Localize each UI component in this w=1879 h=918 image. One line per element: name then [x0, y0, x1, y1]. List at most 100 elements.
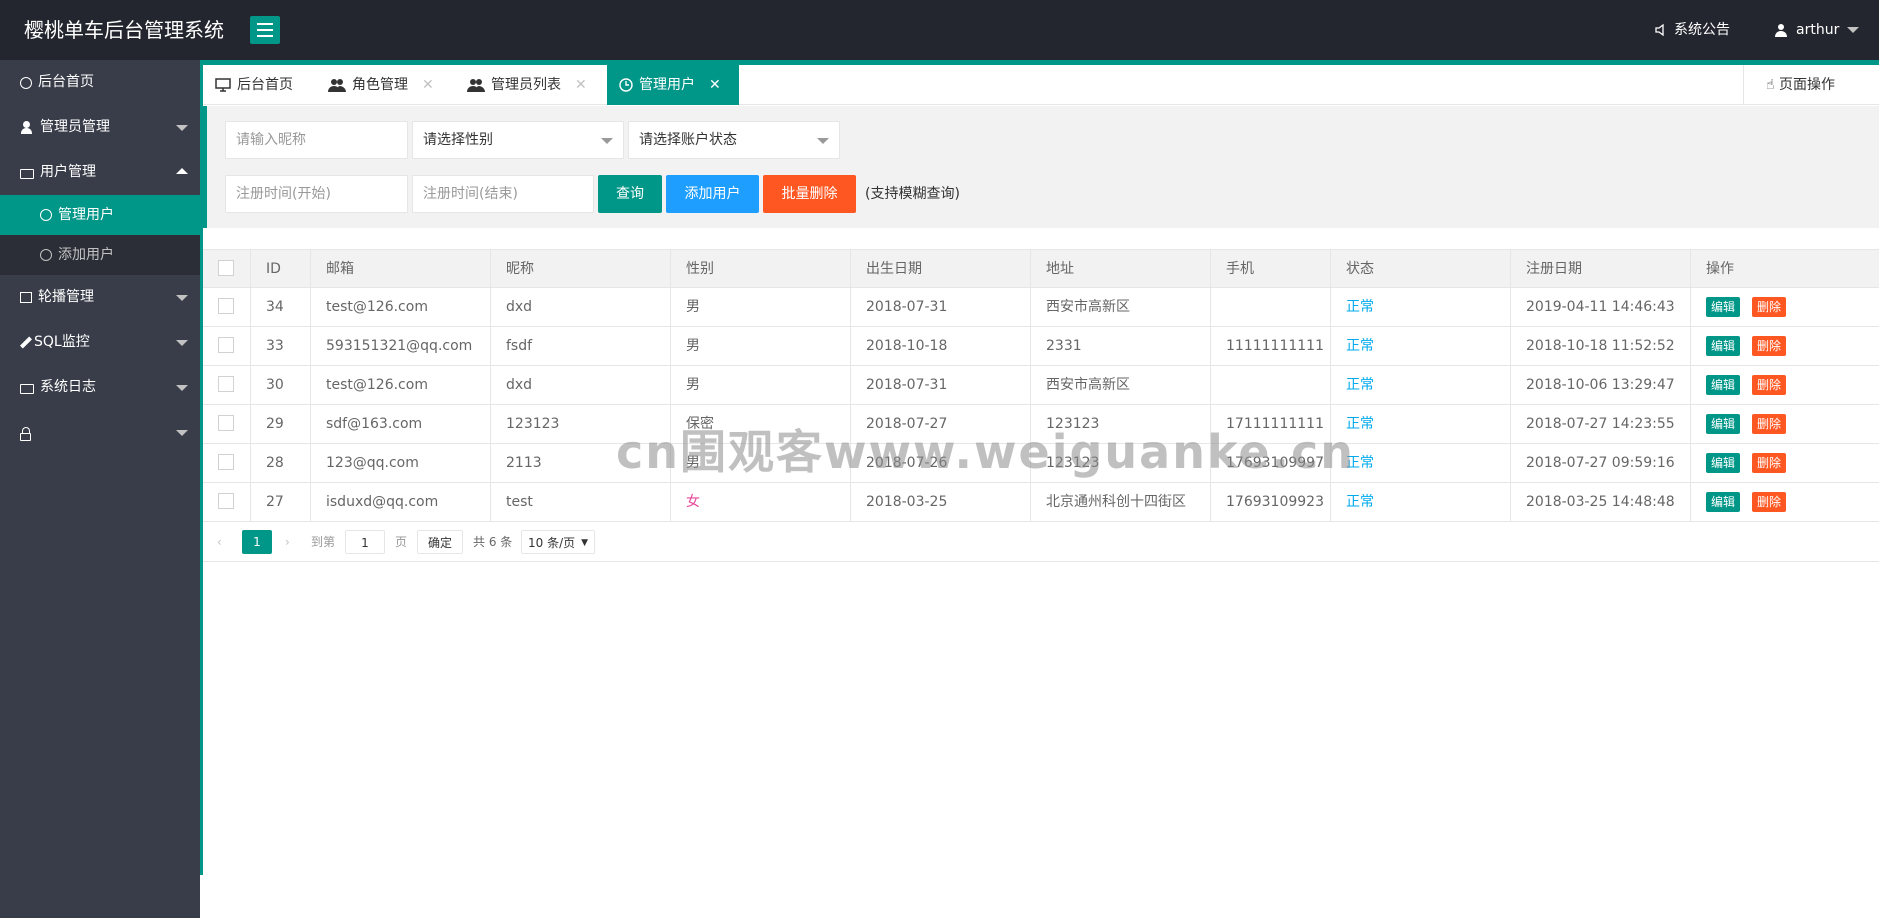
app-logo: 樱桃单车后台管理系统 — [24, 18, 224, 42]
nickname-input[interactable]: 请输入昵称 — [225, 121, 408, 159]
sidebar-subitem-add-user[interactable]: 添加用户 — [0, 235, 200, 275]
add-user-button[interactable]: 添加用户 — [666, 175, 759, 213]
batch-delete-button[interactable]: 批量删除 — [763, 175, 856, 213]
status-select[interactable]: 请选择账户状态 — [628, 121, 840, 159]
tab-label: 后台首页 — [237, 77, 293, 93]
cell-id: 34 — [250, 288, 310, 326]
chevron-down-icon — [176, 295, 188, 301]
cell-gender: 女 — [670, 483, 850, 521]
cell-nickname: fsdf — [490, 327, 670, 365]
folder-icon — [20, 383, 34, 394]
sidebar-item-label: 用户管理 — [40, 164, 96, 180]
sidebar-item-home[interactable]: 后台首页 — [0, 60, 200, 105]
sidebar-item-admin[interactable]: 管理员管理 — [0, 105, 200, 150]
system-notice-link[interactable]: 系统公告 — [1654, 0, 1730, 60]
cell-status: 正常 — [1330, 405, 1510, 443]
goto-confirm-button[interactable]: 确定 — [417, 530, 463, 554]
sidebar-item-logs[interactable]: 系统日志 — [0, 365, 200, 410]
select-all-cell — [203, 250, 250, 288]
cell-id: 27 — [250, 483, 310, 521]
sidebar-item-users[interactable]: 用户管理 — [0, 150, 200, 195]
cell-reg: 2018-03-25 14:48:48 — [1510, 483, 1690, 521]
cell-reg: 2018-10-18 11:52:52 — [1510, 327, 1690, 365]
edit-button[interactable]: 编辑 — [1706, 375, 1741, 395]
total-count: 共 6 条 — [473, 535, 513, 549]
delete-button[interactable]: 删除 — [1752, 414, 1787, 434]
cell-gender: 男 — [670, 327, 850, 365]
row-checkbox[interactable] — [218, 297, 234, 314]
menu-toggle-button[interactable] — [250, 16, 280, 44]
delete-button[interactable]: 删除 — [1752, 492, 1787, 512]
page-operations-button[interactable]: ☝ 页面操作 — [1743, 65, 1879, 105]
next-page-icon[interactable]: › — [285, 530, 290, 554]
cell-nickname: dxd — [490, 288, 670, 326]
lock-icon — [20, 426, 31, 441]
sidebar-item-carousel[interactable]: 轮播管理 — [0, 275, 200, 320]
goto-page-input[interactable]: 1 — [345, 530, 385, 554]
row-actions-cell: 编辑 删除 — [1690, 444, 1879, 482]
tab-label: 管理用户 — [639, 77, 695, 93]
col-header: 状态 — [1330, 250, 1510, 288]
pencil-icon — [19, 336, 33, 349]
sidebar-item-sql[interactable]: SQL监控 — [0, 320, 200, 365]
prev-page-icon[interactable]: ‹ — [217, 530, 222, 554]
edit-button[interactable]: 编辑 — [1706, 414, 1741, 434]
tab-roles[interactable]: 角色管理 ✕ — [316, 65, 446, 105]
edit-button[interactable]: 编辑 — [1706, 336, 1741, 356]
tab-home[interactable]: 后台首页 — [203, 65, 305, 105]
delete-button[interactable]: 删除 — [1752, 297, 1787, 317]
status-select-value: 请选择账户状态 — [639, 132, 737, 148]
cell-id: 29 — [250, 405, 310, 443]
cell-email: 123@qq.com — [310, 444, 490, 482]
sidebar-subitem-manage-users[interactable]: 管理用户 — [0, 195, 200, 235]
delete-button[interactable]: 删除 — [1752, 453, 1787, 473]
user-menu[interactable]: arthur — [1774, 0, 1860, 60]
cell-gender: 男 — [670, 288, 850, 326]
row-actions-cell: 编辑 删除 — [1690, 405, 1879, 443]
cell-email: 593151321@qq.com — [310, 327, 490, 365]
reg-start-input[interactable]: 注册时间(开始) — [225, 175, 408, 213]
cell-address: 北京通州科创十四街区 — [1030, 483, 1210, 521]
gender-select[interactable]: 请选择性别 — [412, 121, 624, 159]
reg-end-input[interactable]: 注册时间(结束) — [412, 175, 594, 213]
row-select-cell — [203, 327, 250, 365]
table-header-row: ID 邮箱 昵称 性别 出生日期 地址 手机 状态 注册日期 操作 — [203, 249, 1879, 288]
close-icon[interactable]: ✕ — [709, 65, 721, 105]
cell-status: 正常 — [1330, 327, 1510, 365]
row-checkbox[interactable] — [218, 492, 234, 509]
edit-button[interactable]: 编辑 — [1706, 492, 1741, 512]
chevron-down-icon — [817, 138, 829, 144]
tab-manage-users[interactable]: 管理用户 ✕ — [607, 65, 739, 105]
cell-email: sdf@163.com — [310, 405, 490, 443]
pagination: ‹ 1 › 到第 1 页 确定 共 6 条 10 条/页 ▼ — [203, 522, 1879, 562]
select-all-checkbox[interactable] — [218, 259, 234, 276]
gender-select-value: 请选择性别 — [423, 132, 493, 148]
sidebar-subitem-label: 添加用户 — [58, 247, 114, 263]
chevron-down-icon — [601, 138, 613, 144]
row-checkbox[interactable] — [218, 336, 234, 353]
per-page-select[interactable]: 10 条/页 ▼ — [521, 530, 595, 554]
users-icon — [467, 79, 485, 92]
row-checkbox[interactable] — [218, 375, 234, 392]
query-button[interactable]: 查询 — [598, 175, 662, 213]
row-actions-cell: 编辑 删除 — [1690, 366, 1879, 404]
sidebar-item-lock[interactable] — [0, 410, 200, 455]
tab-admin-list[interactable]: 管理员列表 ✕ — [455, 65, 599, 105]
cell-phone: 17693109923 — [1210, 483, 1330, 521]
page-label: 页 — [395, 535, 408, 549]
close-icon[interactable]: ✕ — [422, 65, 434, 105]
page-ops-label: 页面操作 — [1778, 77, 1835, 93]
row-checkbox[interactable] — [218, 453, 234, 470]
row-checkbox[interactable] — [218, 414, 234, 431]
plus-circle-icon — [40, 249, 52, 261]
page-1-button[interactable]: 1 — [242, 530, 272, 554]
edit-button[interactable]: 编辑 — [1706, 453, 1741, 473]
delete-button[interactable]: 删除 — [1752, 336, 1787, 356]
cell-email: test@126.com — [310, 288, 490, 326]
delete-button[interactable]: 删除 — [1752, 375, 1787, 395]
chevron-down-icon — [176, 430, 188, 436]
sidebar-sub-list: 管理用户 添加用户 — [0, 195, 200, 275]
col-header: 手机 — [1210, 250, 1330, 288]
close-icon[interactable]: ✕ — [575, 65, 587, 105]
edit-button[interactable]: 编辑 — [1706, 297, 1741, 317]
